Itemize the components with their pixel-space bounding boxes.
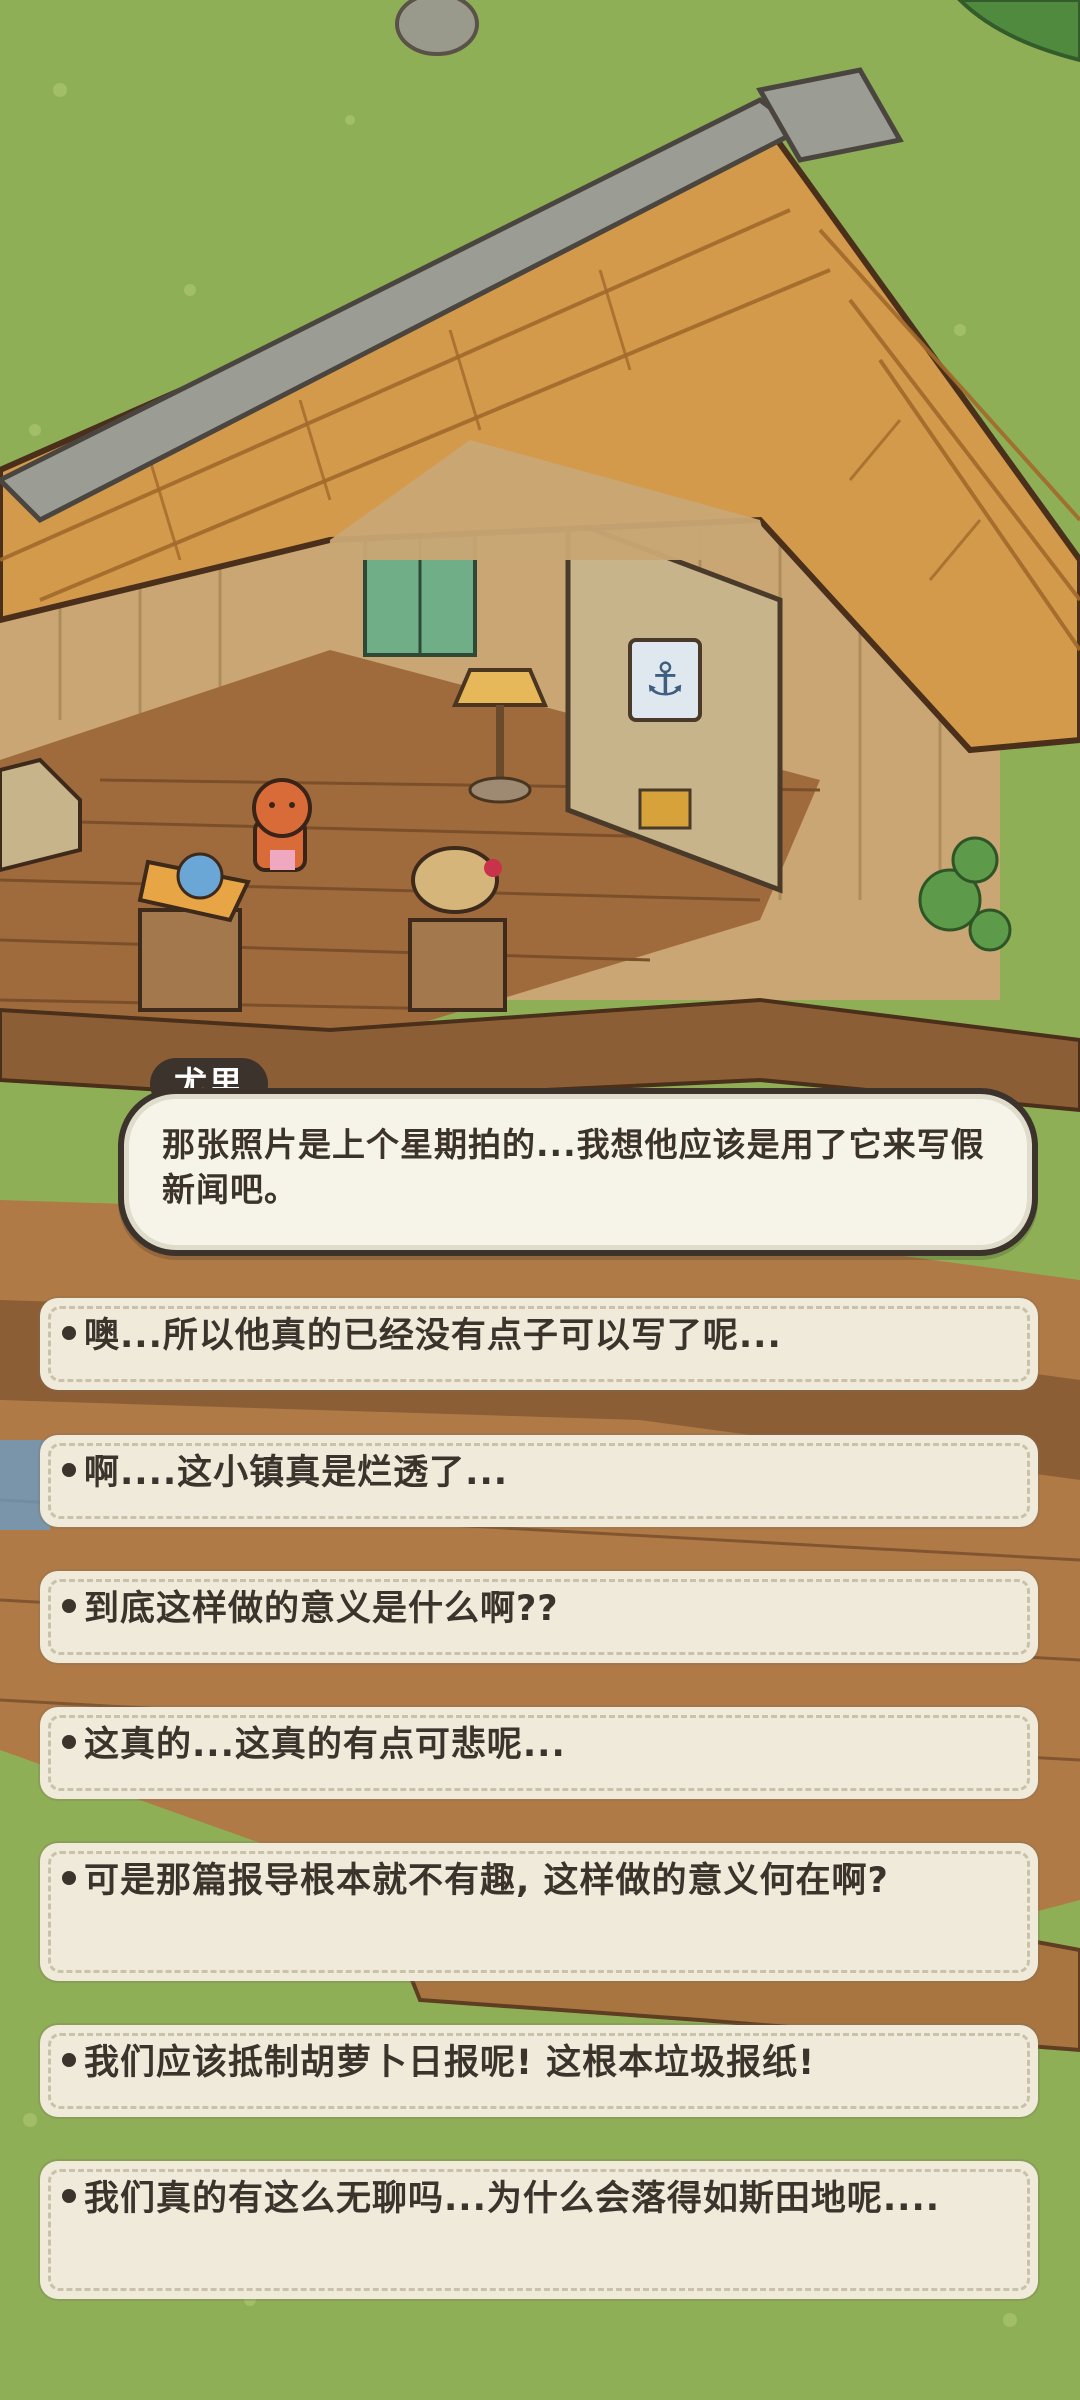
bullet-icon <box>62 1326 76 1340</box>
reply-option-text: 噢...所以他真的已经没有点子可以写了呢... <box>84 1316 782 1356</box>
reply-option-7[interactable]: 我们真的有这么无聊吗...为什么会落得如斯田地呢.... <box>40 2161 1038 2299</box>
pedestal-right <box>408 846 507 1012</box>
dialogue-text: 那张照片是上个星期拍的...我想他应该是用了它来写假新闻吧。 <box>162 1125 985 1209</box>
svg-text:⚓: ⚓ <box>644 652 685 706</box>
reply-option-5[interactable]: 可是那篇报导根本就不有趣, 这样做的意义何在啊? <box>40 1843 1038 1981</box>
dialogue-box[interactable]: 那张照片是上个星期拍的...我想他应该是用了它来写假新闻吧。 <box>118 1088 1038 1256</box>
reply-option-text: 这真的...这真的有点可悲呢... <box>84 1725 566 1765</box>
reply-option-text: 我们应该抵制胡萝卜日报呢! 这根本垃圾报纸! <box>84 2043 816 2083</box>
bullet-icon <box>62 1871 76 1885</box>
rock <box>395 0 479 56</box>
reply-option-4[interactable]: 这真的...这真的有点可悲呢... <box>40 1707 1038 1799</box>
bullet-icon <box>62 1735 76 1749</box>
bullet-icon <box>62 1463 76 1477</box>
reply-option-text: 到底这样做的意义是什么啊?? <box>84 1589 559 1629</box>
bullet-icon <box>62 2053 76 2067</box>
reply-option-2[interactable]: 啊....这小镇真是烂透了... <box>40 1435 1038 1527</box>
reply-option-3[interactable]: 到底这样做的意义是什么啊?? <box>40 1571 1038 1663</box>
reply-option-text: 啊....这小镇真是烂透了... <box>84 1453 509 1493</box>
reply-option-6[interactable]: 我们应该抵制胡萝卜日报呢! 这根本垃圾报纸! <box>40 2025 1038 2117</box>
reply-option-text: 我们真的有这么无聊吗...为什么会落得如斯田地呢.... <box>84 2179 941 2219</box>
fox-character <box>252 778 312 872</box>
reply-option-text: 可是那篇报导根本就不有趣, 这样做的意义何在啊? <box>84 1861 889 1901</box>
pedestal-left <box>137 852 251 1012</box>
bullet-icon <box>62 2189 76 2203</box>
bullet-icon <box>62 1599 76 1613</box>
reply-option-1[interactable]: 噢...所以他真的已经没有点子可以写了呢... <box>40 1298 1038 1390</box>
